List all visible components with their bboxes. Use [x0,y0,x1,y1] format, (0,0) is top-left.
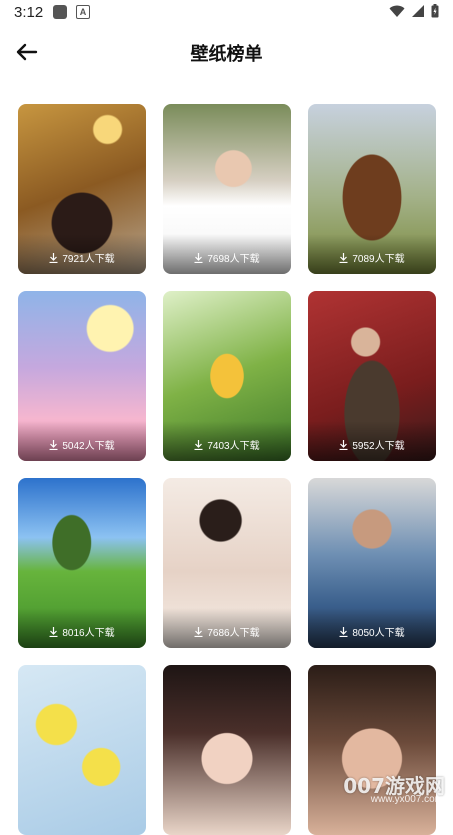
download-label: 8016人下载 [62,624,114,639]
wallpaper-image [18,665,146,835]
wallpaper-card[interactable]: 7698人下载 [163,104,291,274]
download-count: 7698人下载 [163,250,291,265]
download-icon [339,440,348,450]
download-count: 8050人下载 [308,624,436,639]
wallpaper-card[interactable] [308,665,436,835]
wallpaper-card[interactable]: 7089人下载 [308,104,436,274]
download-icon [49,253,58,263]
download-count: 8016人下载 [18,624,146,639]
download-count: 7686人下载 [163,624,291,639]
text-a-icon: A [76,5,90,19]
download-icon [194,253,203,263]
download-label: 7686人下载 [207,624,259,639]
wallpaper-image [308,665,436,835]
download-icon [194,627,203,637]
download-label: 7921人下载 [62,250,114,265]
wallpaper-card[interactable] [18,665,146,835]
battery-icon [431,4,439,18]
status-time: 3:12 [14,4,43,21]
download-label: 8050人下载 [352,624,404,639]
wallpaper-card[interactable]: 8016人下载 [18,478,146,648]
download-label: 7698人下载 [207,250,259,265]
download-label: 5042人下载 [62,437,114,452]
status-bar: 3:12 A [0,0,453,26]
gallery-icon [53,5,67,19]
download-count: 5042人下载 [18,437,146,452]
page-title: 壁纸榜单 [0,40,453,66]
wallpaper-card[interactable]: 7403人下载 [163,291,291,461]
wallpaper-card[interactable] [163,665,291,835]
wallpaper-card[interactable]: 7686人下载 [163,478,291,648]
download-icon [194,440,203,450]
download-label: 7403人下载 [207,437,259,452]
wallpaper-image [163,665,291,835]
app-header: 壁纸榜单 [0,26,453,80]
wallpaper-card[interactable]: 8050人下载 [308,478,436,648]
download-count: 5952人下载 [308,437,436,452]
wallpaper-card[interactable]: 7921人下载 [18,104,146,274]
signal-icon [411,5,425,18]
wallpaper-card[interactable]: 5042人下载 [18,291,146,461]
download-icon [339,253,348,263]
download-icon [49,440,58,450]
wifi-icon [389,5,405,18]
download-icon [339,627,348,637]
download-icon [49,627,58,637]
download-count: 7089人下载 [308,250,436,265]
download-count: 7921人下载 [18,250,146,265]
wallpaper-card[interactable]: 5952人下载 [308,291,436,461]
download-count: 7403人下载 [163,437,291,452]
status-right-icons [389,4,439,18]
wallpaper-grid: 7921人下载 7698人下载 7089人下载 5042人下载 7403人下载 [18,104,436,835]
watermark-url: www.yx007.com [371,794,443,805]
download-label: 7089人下载 [352,250,404,265]
download-label: 5952人下载 [352,437,404,452]
